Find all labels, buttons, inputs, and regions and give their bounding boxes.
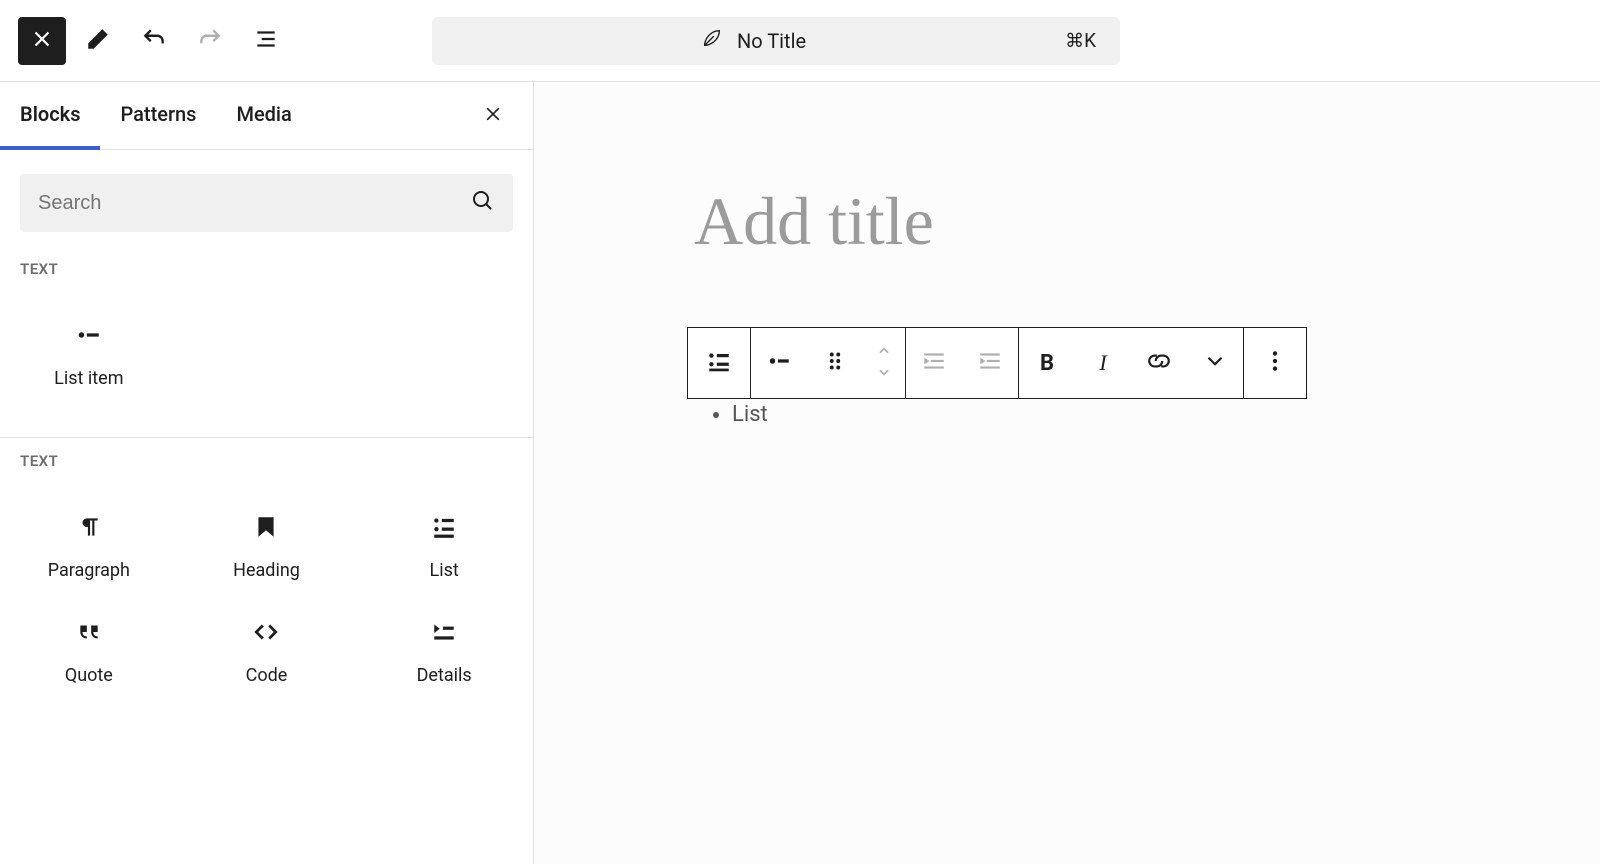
search-input[interactable] <box>38 192 461 215</box>
drag-icon <box>822 348 848 378</box>
toolbar-group-indent <box>906 327 1019 399</box>
tab-label: Blocks <box>20 102 80 126</box>
drag-handle[interactable] <box>807 327 863 399</box>
close-icon <box>29 26 55 55</box>
outdent-button[interactable] <box>906 327 962 399</box>
block-label: Details <box>417 665 472 686</box>
block-type-button[interactable] <box>688 327 750 399</box>
document-overview-button[interactable] <box>242 17 290 65</box>
tab-label: Patterns <box>120 102 196 126</box>
block-details[interactable]: Details <box>355 599 533 704</box>
toolbar-group-transform <box>751 327 906 399</box>
close-inserter-button[interactable] <box>473 96 513 136</box>
tab-patterns[interactable]: Patterns <box>100 82 216 150</box>
command-shortcut: ⌘K <box>1065 29 1096 52</box>
block-grid-1: List item <box>0 286 533 437</box>
block-label: List item <box>54 368 123 389</box>
more-options-button[interactable] <box>1244 327 1306 399</box>
block-label: List <box>430 560 459 581</box>
code-icon <box>253 617 279 647</box>
inserter-tabs: Blocks Patterns Media <box>0 82 533 150</box>
bold-button[interactable]: B <box>1019 327 1075 399</box>
close-editor-button[interactable] <box>18 17 66 65</box>
link-icon <box>1146 348 1172 378</box>
app-root: No Title ⌘K Blocks Patterns Media <box>0 0 1600 864</box>
list-block[interactable]: List <box>712 402 768 427</box>
list-item-icon <box>76 320 102 350</box>
tab-blocks[interactable]: Blocks <box>0 82 100 150</box>
list-block-icon <box>706 348 732 378</box>
block-list-item[interactable]: List item <box>0 302 178 407</box>
block-grid-2: Paragraph Heading List <box>0 478 533 734</box>
toolbar-group-more <box>1244 327 1307 399</box>
redo-button[interactable] <box>186 17 234 65</box>
undo-button[interactable] <box>130 17 178 65</box>
indent-icon <box>977 348 1003 378</box>
redo-icon <box>197 26 223 55</box>
italic-button[interactable]: I <box>1075 327 1131 399</box>
outline-icon <box>253 26 279 55</box>
block-label: Heading <box>233 560 300 581</box>
main: Blocks Patterns Media Text <box>0 82 1600 864</box>
block-paragraph[interactable]: Paragraph <box>0 494 178 599</box>
category-label: Text <box>0 438 533 478</box>
chevron-up-icon <box>877 343 891 362</box>
edit-tool-button[interactable] <box>74 17 122 65</box>
bold-icon: B <box>1040 351 1054 376</box>
list-item-placeholder[interactable]: List <box>732 402 768 427</box>
link-button[interactable] <box>1131 327 1187 399</box>
category-label: Text <box>0 246 533 286</box>
tab-label: Media <box>236 102 291 126</box>
editor-canvas[interactable]: Add title <box>534 82 1600 864</box>
block-label: Paragraph <box>48 560 130 581</box>
document-title-bar[interactable]: No Title ⌘K <box>432 17 1120 65</box>
chevron-down-icon <box>877 364 891 383</box>
title-placeholder[interactable]: Add title <box>694 182 934 261</box>
quote-icon <box>76 617 102 647</box>
topbar: No Title ⌘K <box>0 0 1600 82</box>
block-label: Quote <box>65 665 113 686</box>
more-formatting-button[interactable] <box>1187 327 1243 399</box>
heading-icon <box>253 512 279 542</box>
outdent-icon <box>921 348 947 378</box>
close-icon <box>483 104 503 128</box>
feather-icon <box>701 27 723 54</box>
toolbar-group-format: B I <box>1019 327 1244 399</box>
block-code[interactable]: Code <box>178 599 356 704</box>
search-box[interactable] <box>20 174 513 232</box>
block-mover[interactable] <box>863 327 905 399</box>
inserter-sidebar: Blocks Patterns Media Text <box>0 82 534 864</box>
title-center: No Title <box>456 27 1051 54</box>
indent-button[interactable] <box>962 327 1018 399</box>
pencil-icon <box>85 26 111 55</box>
toolbar-group-block <box>687 327 751 399</box>
kebab-icon <box>1262 348 1288 378</box>
list-icon <box>431 512 457 542</box>
document-title: No Title <box>737 29 806 53</box>
italic-icon: I <box>1099 350 1106 376</box>
details-icon <box>431 617 457 647</box>
block-list[interactable]: List <box>355 494 533 599</box>
block-toolbar: B I <box>687 327 1307 399</box>
block-heading[interactable]: Heading <box>178 494 356 599</box>
paragraph-icon <box>76 512 102 542</box>
search-icon <box>471 189 495 217</box>
chevron-down-icon <box>1202 348 1228 378</box>
block-label: Code <box>246 665 288 686</box>
bullet-item-icon <box>766 348 792 378</box>
block-quote[interactable]: Quote <box>0 599 178 704</box>
search-wrap <box>0 150 533 246</box>
undo-icon <box>141 26 167 55</box>
list-item-transform-button[interactable] <box>751 327 807 399</box>
tab-media[interactable]: Media <box>216 82 311 150</box>
